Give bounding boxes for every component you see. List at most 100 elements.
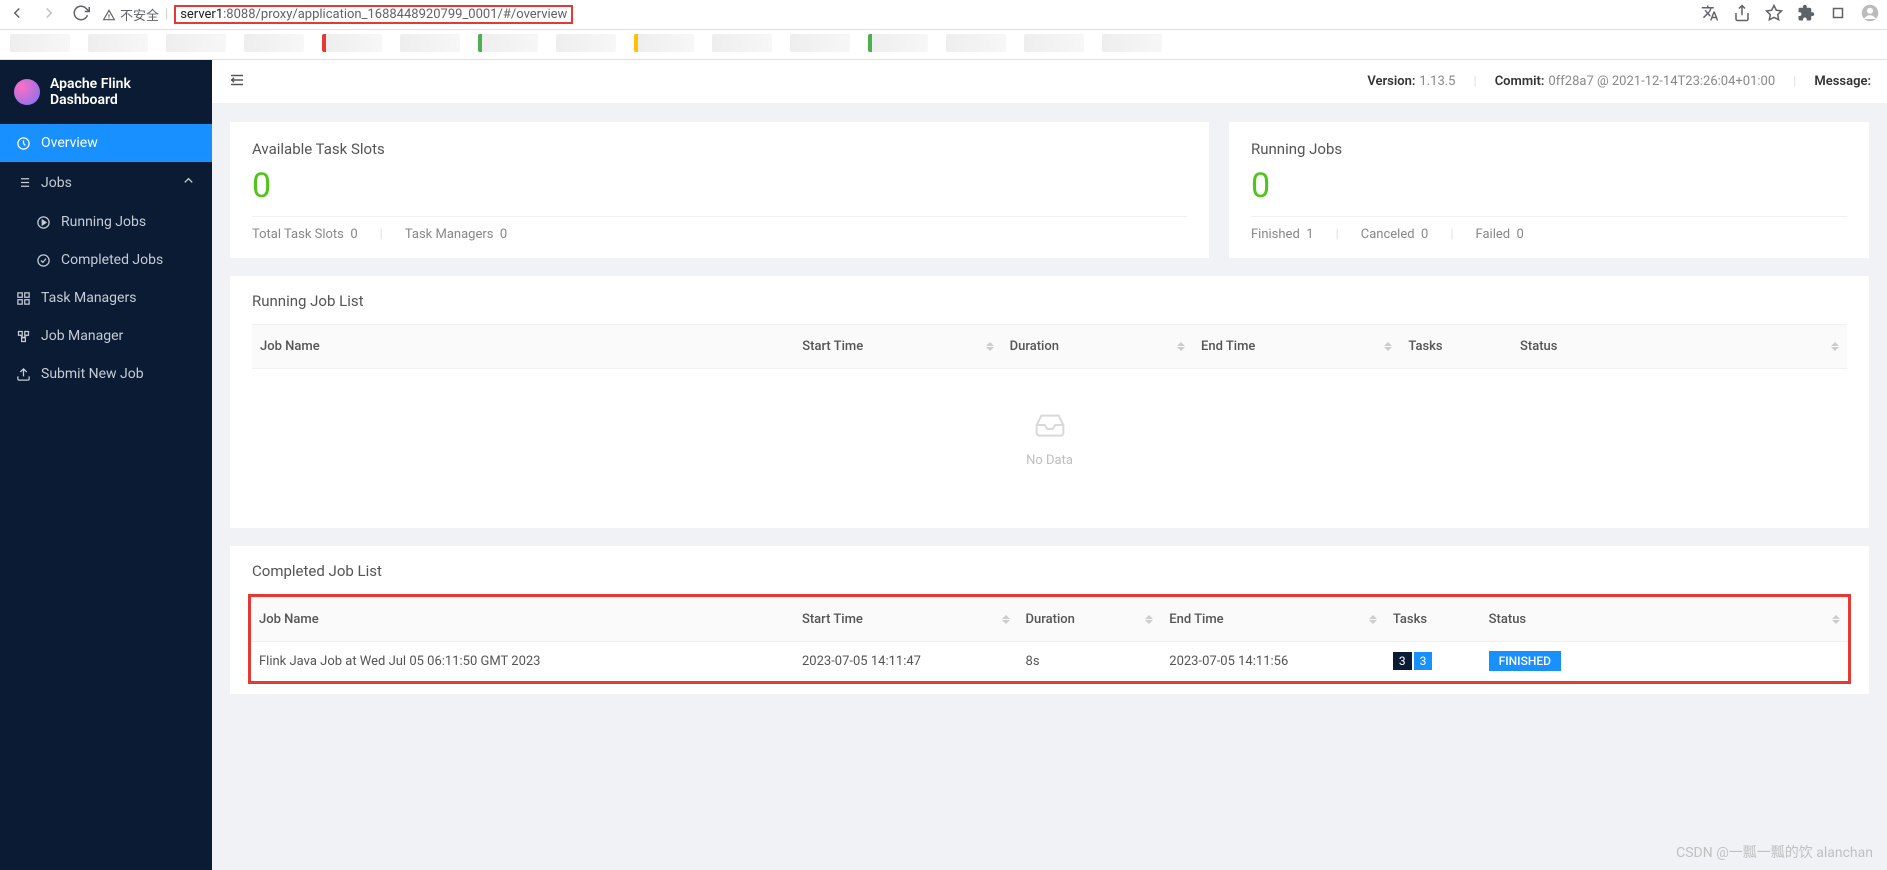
translate-icon[interactable] [1701, 4, 1719, 26]
running-jobs-card: Running Jobs 0 Finished 1 | Canceled 0 |… [1229, 122, 1869, 258]
play-circle-icon [36, 215, 51, 230]
slots-value: 0 [252, 166, 1187, 217]
col-job-name[interactable]: Job Name [252, 325, 794, 369]
url-bar[interactable]: 不安全 | server1:8088/proxy/application_168… [102, 5, 1689, 24]
back-icon[interactable] [8, 4, 26, 26]
sidebar-item-label: Job Manager [41, 328, 123, 344]
bookmarks-bar [0, 30, 1887, 60]
finished-value: 1 [1306, 227, 1313, 242]
sidebar-item-job-manager[interactable]: Job Manager [0, 317, 212, 355]
url-text: server1:8088/proxy/application_168844892… [174, 5, 573, 24]
sidebar-item-jobs[interactable]: Jobs [0, 162, 212, 203]
commit-value: 0ff28a7 @ 2021-12-14T23:26:04+01:00 [1548, 74, 1775, 89]
col-start-time[interactable]: Start Time [794, 598, 1018, 642]
share-icon[interactable] [1733, 4, 1751, 26]
insecure-icon: 不安全 [102, 5, 159, 24]
task-managers-value: 0 [500, 227, 507, 242]
finished-label: Finished [1251, 227, 1300, 242]
col-tasks[interactable]: Tasks [1400, 325, 1512, 369]
browser-nav [8, 4, 90, 26]
col-duration[interactable]: Duration [1002, 325, 1193, 369]
sort-icon [1177, 342, 1185, 351]
total-slots-label: Total Task Slots [252, 227, 344, 242]
sort-icon [1145, 615, 1153, 624]
col-end-time[interactable]: End Time [1193, 325, 1400, 369]
sort-icon [1831, 342, 1839, 351]
cell-status: FINISHED [1481, 642, 1848, 682]
col-job-name[interactable]: Job Name [251, 598, 794, 642]
task-badge-total: 3 [1393, 652, 1412, 670]
failed-value: 0 [1517, 227, 1524, 242]
main: Version:1.13.5 | Commit:0ff28a7 @ 2021-1… [212, 60, 1887, 870]
table-row[interactable]: Flink Java Job at Wed Jul 05 06:11:50 GM… [251, 642, 1848, 682]
cluster-icon [16, 291, 31, 306]
browser-bar: 不安全 | server1:8088/proxy/application_168… [0, 0, 1887, 30]
sort-icon [1384, 342, 1392, 351]
sidebar-item-label: Running Jobs [61, 214, 146, 230]
cell-job-name: Flink Java Job at Wed Jul 05 06:11:50 GM… [251, 642, 794, 682]
failed-label: Failed [1476, 227, 1511, 242]
sidebar-item-overview[interactable]: Overview [0, 124, 212, 162]
col-status[interactable]: Status [1481, 598, 1848, 642]
empty-state: No Data [252, 369, 1847, 518]
col-duration[interactable]: Duration [1018, 598, 1162, 642]
col-status[interactable]: Status [1512, 325, 1847, 369]
extensions-icon[interactable] [1797, 4, 1815, 26]
available-slots-card: Available Task Slots 0 Total Task Slots … [230, 122, 1209, 258]
canceled-value: 0 [1421, 227, 1428, 242]
cell-start: 2023-07-05 14:11:47 [794, 642, 1018, 682]
sidebar-item-label: Overview [41, 135, 98, 151]
sidebar-item-completed-jobs[interactable]: Completed Jobs [0, 241, 212, 279]
reload-icon[interactable] [72, 4, 90, 26]
forward-icon[interactable] [40, 4, 58, 26]
message-label: Message: [1814, 74, 1871, 89]
dashboard-icon [16, 136, 31, 151]
topbar: Version:1.13.5 | Commit:0ff28a7 @ 2021-1… [212, 60, 1887, 104]
inbox-icon [1030, 409, 1070, 441]
sidebar-item-label: Jobs [41, 175, 72, 191]
cell-end: 2023-07-05 14:11:56 [1161, 642, 1385, 682]
canceled-label: Canceled [1361, 227, 1415, 242]
col-start-time[interactable]: Start Time [794, 325, 1001, 369]
version-label: Version: [1367, 74, 1415, 89]
card-title: Running Jobs [1251, 140, 1847, 158]
col-tasks[interactable]: Tasks [1385, 598, 1481, 642]
menu-fold-icon[interactable] [228, 71, 246, 93]
running-job-list-section: Running Job List Job Name Start Time Dur… [230, 276, 1869, 528]
sidebar-item-label: Task Managers [41, 290, 136, 306]
sidebar-item-task-managers[interactable]: Task Managers [0, 279, 212, 317]
sidebar-item-label: Completed Jobs [61, 252, 163, 268]
sort-icon [1002, 615, 1010, 624]
completed-jobs-table: Job Name Start Time Duration End Time Ta… [251, 597, 1848, 681]
flink-logo-icon [14, 79, 40, 105]
profile-icon[interactable] [1861, 4, 1879, 26]
insecure-label: 不安全 [120, 5, 159, 24]
cell-duration: 8s [1018, 642, 1162, 682]
running-jobs-table: Job Name Start Time Duration End Time Ta… [252, 324, 1847, 369]
upload-icon [16, 367, 31, 382]
task-managers-label: Task Managers [405, 227, 494, 242]
logo: Apache Flink Dashboard [0, 60, 212, 124]
status-badge: FINISHED [1489, 651, 1561, 671]
sidebar-item-submit-job[interactable]: Submit New Job [0, 355, 212, 393]
commit-label: Commit: [1495, 74, 1545, 89]
star-icon[interactable] [1765, 4, 1783, 26]
version-value: 1.13.5 [1419, 74, 1455, 89]
sort-icon [1369, 615, 1377, 624]
running-value: 0 [1251, 166, 1847, 217]
cell-tasks: 33 [1385, 642, 1481, 682]
col-end-time[interactable]: End Time [1161, 598, 1385, 642]
section-title: Completed Job List [252, 562, 1847, 580]
completed-job-list-section: Completed Job List Job Name Start Time D… [230, 546, 1869, 694]
chevron-up-icon [181, 173, 196, 192]
sidebar: Apache Flink Dashboard Overview Jobs Run… [0, 60, 212, 870]
build-icon [16, 329, 31, 344]
empty-text: No Data [252, 453, 1847, 468]
restore-icon[interactable] [1829, 4, 1847, 26]
list-icon [16, 175, 31, 190]
app-title: Apache Flink Dashboard [50, 76, 198, 108]
sidebar-item-running-jobs[interactable]: Running Jobs [0, 203, 212, 241]
sort-icon [1832, 615, 1840, 624]
section-title: Running Job List [252, 292, 1847, 310]
task-badge-finished: 3 [1414, 652, 1433, 670]
